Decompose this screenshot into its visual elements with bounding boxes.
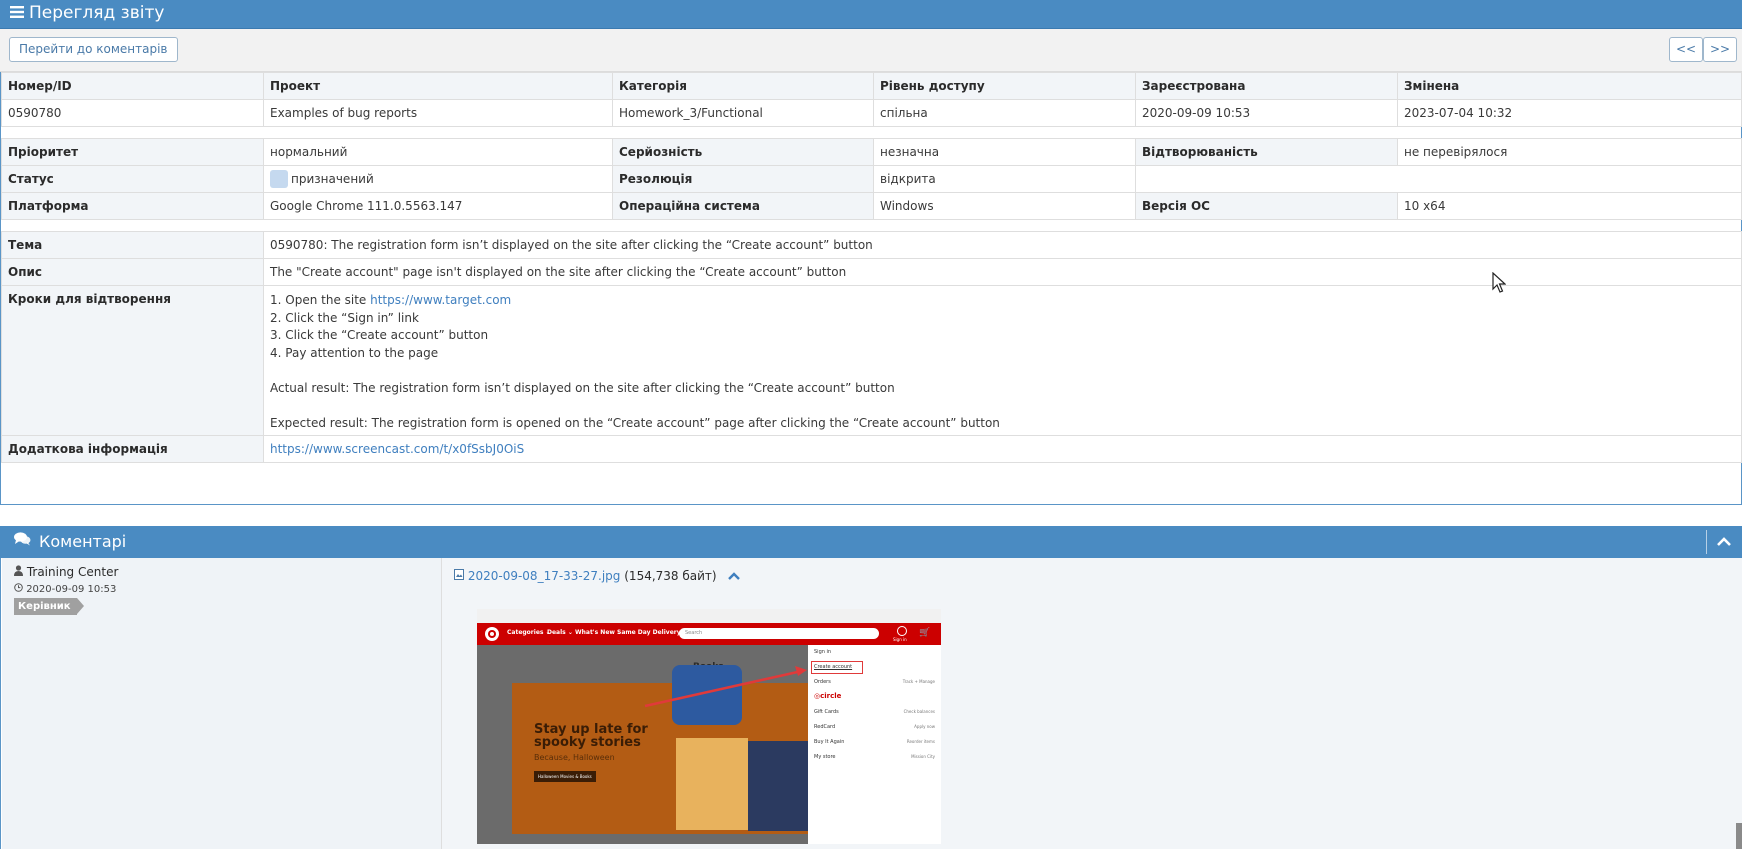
step-3: 3. Click the “Create account” button [270,328,489,342]
collapse-attachment-icon[interactable] [728,569,741,583]
os-label: Операційна система [612,192,874,220]
project-value: Examples of bug reports [263,99,613,127]
status-value: призначений [291,172,374,186]
summary-value-row: 0590780 Examples of bug reports Homework… [1,99,1742,127]
empty-cell [1135,165,1742,193]
user-icon [14,565,23,579]
summary-header-row: Номер/ID Проект Категорія Рівень доступу… [1,72,1742,100]
details-row-priority: Пріоритет нормальний Серйозність незначн… [1,138,1742,166]
issue-id: 0590780 [1,99,264,127]
step-2: 2. Click the “Sign in” link [270,310,419,325]
severity-label: Серйозність [612,138,874,166]
reproducibility-label: Відтворюваність [1135,138,1398,166]
next-issue-button[interactable]: >> [1703,37,1738,62]
status-label: Статус [1,165,264,193]
issue-summary-table: Номер/ID Проект Категорія Рівень доступу… [1,72,1742,127]
details-row-status: Статус призначений Резолюція відкрита [1,165,1742,193]
attachment-image[interactable]: Categories ⌄ Deals ⌄ What's New ⌄ Same D… [477,609,941,844]
step-1: 1. Open the site https://www.target.com [270,292,1735,310]
screencast-link[interactable]: https://www.screencast.com/t/x0fSsbJ0OiS [270,442,524,456]
severity-value: незначна [873,138,1136,166]
expected-result: Expected result: The registration form i… [270,415,1000,430]
step-4: 4. Pay attention to the page [270,345,439,360]
category-value: Homework_3/Functional [612,99,874,127]
description-row: Опис The "Create account" page isn't dis… [1,258,1742,286]
description-value: The "Create account" page isn't displaye… [263,258,1742,286]
platform-value: Google Chrome 111.0.5563.147 [263,192,613,220]
header-submitted: Зареєстрована [1135,72,1398,100]
attachment-size: (154,738 байт) [624,569,717,583]
comment-author-panel: Training Center 2020-09-09 10:53 Керівни… [2,558,442,849]
image-file-icon [454,569,464,583]
goto-comments-button[interactable]: Перейти до коментарів [9,37,178,62]
priority-value: нормальний [263,138,613,166]
issue-details-table: Пріоритет нормальний Серйозність незначн… [1,138,1742,220]
step-1-text: 1. Open the site [270,293,371,307]
status-color-swatch [270,169,288,188]
header-updated: Змінена [1397,72,1742,100]
page-title: Перегляд звіту [29,3,165,23]
header-view-status: Рівень доступу [873,72,1136,100]
additional-info-label: Додаткова інформація [1,435,264,463]
header-id: Номер/ID [1,72,264,100]
comments-title: Коментарі [39,532,127,551]
summary-value: 0590780: The registration form isn’t dis… [263,231,1742,259]
additional-info-row: Додаткова інформація https://www.screenc… [1,435,1742,463]
comments-icon [14,525,31,557]
reproducibility-value: не перевірялося [1397,138,1742,166]
os-version-label: Версія ОС [1135,192,1398,220]
comments-header: Коментарі [0,526,1742,558]
previous-issue-button[interactable]: << [1669,37,1704,62]
view-status-value: спільна [873,99,1136,127]
issue-text-table: Тема 0590780: The registration form isn’… [1,231,1742,463]
priority-label: Пріоритет [1,138,264,166]
attachment-link[interactable]: 2020-09-08_17-33-27.jpg [468,569,621,583]
comment-author[interactable]: Training Center [27,565,119,579]
page-scrollbar-thumb[interactable] [1736,823,1742,849]
collapse-comments-icon[interactable] [1717,526,1731,558]
status-cell: призначений [263,165,613,193]
mouse-cursor-icon [1492,272,1506,293]
comment-date: 2020-09-09 10:53 [26,584,117,595]
header-category: Категорія [612,72,874,100]
description-label: Опис [1,258,264,286]
menu-bars-icon[interactable] [10,0,24,27]
page-header: Перегляд звіту [0,0,1742,29]
target-site-link[interactable]: https://www.target.com [370,293,511,307]
toolbar: Перейти до коментарів << >> [0,29,1742,72]
updated-value: 2023-07-04 10:32 [1397,99,1742,127]
os-value: Windows [873,192,1136,220]
summary-label: Тема [1,231,264,259]
steps-label: Кроки для відтворення [1,285,264,436]
details-row-platform: Платформа Google Chrome 111.0.5563.147 О… [1,192,1742,220]
resolution-value: відкрита [873,165,1136,193]
clock-icon [14,583,23,595]
actual-result: Actual result: The registration form isn… [270,380,895,395]
resolution-label: Резолюція [612,165,874,193]
additional-info-value: https://www.screencast.com/t/x0fSsbJ0OiS [263,435,1742,463]
platform-label: Платформа [1,192,264,220]
steps-row: Кроки для відтворення 1. Open the site h… [1,285,1742,436]
role-badge: Керівник [14,598,84,615]
steps-value: 1. Open the site https://www.target.com … [263,285,1742,436]
submitted-value: 2020-09-09 10:53 [1135,99,1398,127]
header-project: Проект [263,72,613,100]
os-version-value: 10 x64 [1397,192,1742,220]
thumb-red-arrow-icon [644,666,807,708]
summary-row: Тема 0590780: The registration form isn’… [1,231,1742,259]
